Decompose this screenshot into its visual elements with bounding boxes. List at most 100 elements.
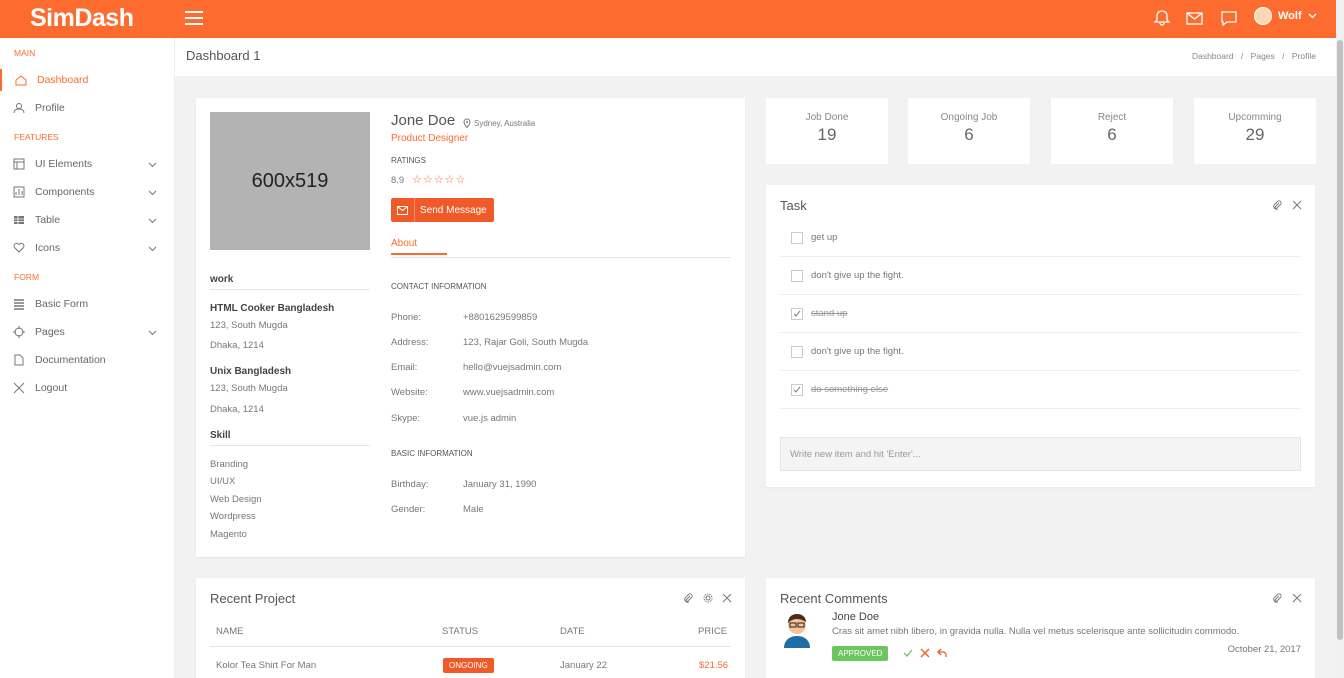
task-checkbox[interactable] bbox=[791, 232, 803, 244]
tab-divider bbox=[391, 257, 731, 258]
stat-card-ongoing-job: Ongoing Job 6 bbox=[908, 98, 1030, 164]
task-item[interactable]: don't give up the fight. bbox=[780, 257, 1301, 295]
sidebar-item-basic-form[interactable]: Basic Form bbox=[0, 293, 175, 315]
paperclip-icon[interactable] bbox=[683, 593, 693, 603]
stat-value: 19 bbox=[817, 125, 837, 144]
ratings-label: RATINGS bbox=[391, 156, 426, 165]
breadcrumb-dashboard[interactable]: Dashboard bbox=[1192, 51, 1234, 61]
table-divider bbox=[210, 646, 731, 647]
paperclip-icon[interactable] bbox=[1272, 200, 1282, 210]
sidebar-item-documentation[interactable]: Documentation bbox=[0, 349, 175, 371]
skill-item: Wordpress bbox=[210, 511, 256, 522]
comment-date: October 21, 2017 bbox=[1227, 644, 1301, 655]
field-label: Address: bbox=[391, 337, 429, 348]
sidebar-item-components[interactable]: Components bbox=[0, 181, 175, 203]
app-logo[interactable]: SimDash bbox=[30, 4, 134, 33]
recent-comments-title: Recent Comments bbox=[780, 591, 888, 606]
close-icon[interactable] bbox=[722, 593, 732, 603]
task-item[interactable]: don't give up the fight. bbox=[780, 333, 1301, 371]
menu-toggle-icon[interactable] bbox=[185, 11, 203, 26]
work-name: HTML Cooker Bangladesh bbox=[210, 303, 335, 314]
avatar bbox=[1254, 7, 1272, 25]
stat-value: 29 bbox=[1245, 125, 1265, 144]
stat-label: Ongoing Job bbox=[940, 112, 998, 123]
sidebar-item-label: Dashboard bbox=[37, 74, 89, 86]
sidebar-item-ui-elements[interactable]: UI Elements bbox=[0, 153, 175, 175]
task-checkbox[interactable] bbox=[791, 308, 803, 320]
avatar bbox=[784, 614, 810, 648]
chart-icon bbox=[13, 186, 25, 198]
field-value: Male bbox=[463, 504, 484, 515]
field-label: Email: bbox=[391, 362, 418, 373]
close-icon[interactable] bbox=[1292, 200, 1302, 210]
skill-item: Web Design bbox=[210, 494, 262, 505]
gear-icon[interactable] bbox=[703, 593, 713, 603]
sidebar-item-logout[interactable]: Logout bbox=[0, 377, 175, 399]
chat-icon[interactable] bbox=[1219, 9, 1239, 27]
project-date: January 22 bbox=[560, 660, 608, 671]
tab-about[interactable]: About bbox=[391, 238, 447, 255]
contact-phone: Phone: +8801629599859 bbox=[391, 312, 537, 323]
contact-website: Website: www.vuejsadmin.com bbox=[391, 387, 554, 398]
chevron-down-icon bbox=[148, 190, 157, 195]
work-address: 123, South Mugda bbox=[210, 320, 288, 331]
check-icon bbox=[793, 386, 801, 393]
stat-label: Upcomming bbox=[1228, 112, 1282, 123]
profile-name: Jone Doe bbox=[391, 112, 456, 129]
task-checkbox[interactable] bbox=[791, 384, 803, 396]
basic-gender: Gender: Male bbox=[391, 504, 484, 515]
column-header: STATUS bbox=[442, 626, 479, 637]
field-label: Gender: bbox=[391, 504, 426, 515]
sidebar-item-label: Profile bbox=[35, 102, 65, 114]
close-icon bbox=[13, 382, 25, 394]
task-item[interactable]: stand up bbox=[780, 295, 1301, 333]
rating-stars: ☆☆☆☆☆ bbox=[412, 174, 467, 186]
field-label: Skype: bbox=[391, 413, 421, 424]
task-checkbox[interactable] bbox=[791, 346, 803, 358]
sidebar-item-table[interactable]: Table bbox=[0, 209, 175, 231]
paperclip-icon[interactable] bbox=[1272, 593, 1282, 603]
sidebar-item-icons[interactable]: Icons bbox=[0, 237, 175, 259]
sidebar-item-dashboard[interactable]: Dashboard bbox=[0, 69, 175, 91]
stat-label: Reject bbox=[1097, 112, 1127, 123]
form-icon bbox=[14, 299, 24, 310]
scrollbar[interactable] bbox=[1336, 0, 1344, 678]
user-menu[interactable]: Wolf bbox=[1254, 7, 1317, 25]
recent-project-title: Recent Project bbox=[210, 591, 296, 606]
stat-label: Job Done bbox=[805, 112, 849, 123]
work-address: 123, South Mugda bbox=[210, 383, 288, 394]
field-value: www.vuejsadmin.com bbox=[463, 387, 555, 398]
breadcrumb-pages[interactable]: Pages bbox=[1251, 51, 1275, 61]
top-bar: SimDash Wolf bbox=[0, 0, 1336, 38]
close-icon[interactable] bbox=[1292, 593, 1302, 603]
user-name: Wolf bbox=[1278, 10, 1302, 22]
task-checkbox[interactable] bbox=[791, 270, 803, 282]
chevron-down-icon bbox=[1308, 13, 1317, 19]
sidebar-item-profile[interactable]: Profile bbox=[0, 97, 175, 119]
crosshair-icon bbox=[13, 326, 25, 338]
send-message-button[interactable]: Send Message bbox=[391, 198, 494, 222]
column-header: DATE bbox=[560, 626, 585, 637]
skill-item: Magento bbox=[210, 529, 247, 540]
sidebar-item-label: Pages bbox=[35, 326, 65, 338]
field-value: +8801629599859 bbox=[463, 312, 538, 323]
recent-comments-card: Recent Comments Jone Doe Cras sit amet n… bbox=[766, 578, 1315, 678]
bell-icon[interactable] bbox=[1152, 9, 1172, 27]
new-task-input[interactable]: Write new item and hit 'Enter'... bbox=[780, 437, 1301, 471]
check-icon bbox=[793, 310, 801, 317]
document-icon bbox=[14, 354, 24, 366]
heart-icon bbox=[13, 242, 25, 253]
status-badge: ONGOING bbox=[443, 658, 494, 673]
mail-icon[interactable] bbox=[1185, 9, 1205, 27]
sidebar-item-label: Documentation bbox=[35, 354, 106, 366]
task-item[interactable]: do something else bbox=[780, 371, 1301, 409]
reply-icon[interactable] bbox=[937, 648, 947, 658]
approved-badge: APPROVED bbox=[832, 646, 889, 661]
check-icon[interactable] bbox=[903, 648, 913, 658]
breadcrumb: Dashboard / Pages / Profile bbox=[1192, 51, 1316, 61]
field-value: January 31, 1990 bbox=[463, 479, 537, 490]
sidebar-item-pages[interactable]: Pages bbox=[0, 321, 175, 343]
close-icon[interactable] bbox=[920, 648, 930, 658]
task-item[interactable]: get up bbox=[780, 219, 1301, 257]
task-text: get up bbox=[811, 232, 838, 243]
